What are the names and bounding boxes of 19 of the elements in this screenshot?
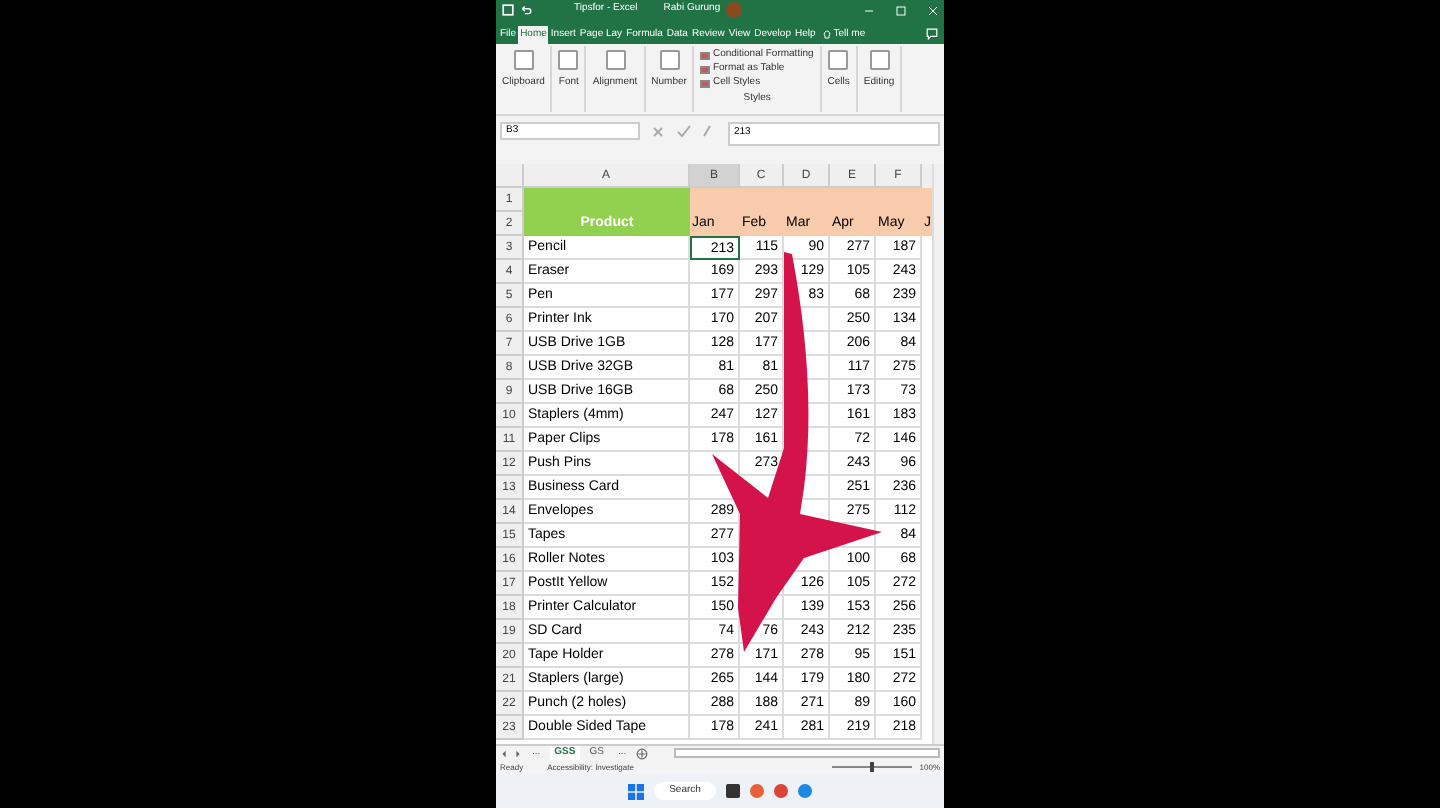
horizontal-scrollbar[interactable] xyxy=(674,748,940,758)
maximize-icon xyxy=(896,5,906,15)
save-icon xyxy=(502,4,514,16)
close-icon xyxy=(928,5,938,15)
ribbon-group-icon xyxy=(869,50,890,70)
zoom-slider-thumb[interactable] xyxy=(869,762,874,772)
avatar-icon xyxy=(726,2,743,18)
comment-icon xyxy=(926,28,938,40)
ribbon-group-icon xyxy=(659,50,680,70)
ribbon-group-icon xyxy=(605,50,626,70)
ribbon-group-icon xyxy=(558,50,579,70)
lightbulb-icon xyxy=(821,28,832,42)
ribbon-group-icon xyxy=(513,50,534,70)
windows-logo-icon xyxy=(627,783,644,799)
undo-icon xyxy=(520,4,532,16)
add-sheet-icon xyxy=(636,747,649,759)
vertical-scrollbar[interactable] xyxy=(932,164,944,744)
ribbon-group-icon xyxy=(828,50,849,70)
minimize-icon xyxy=(864,5,874,15)
